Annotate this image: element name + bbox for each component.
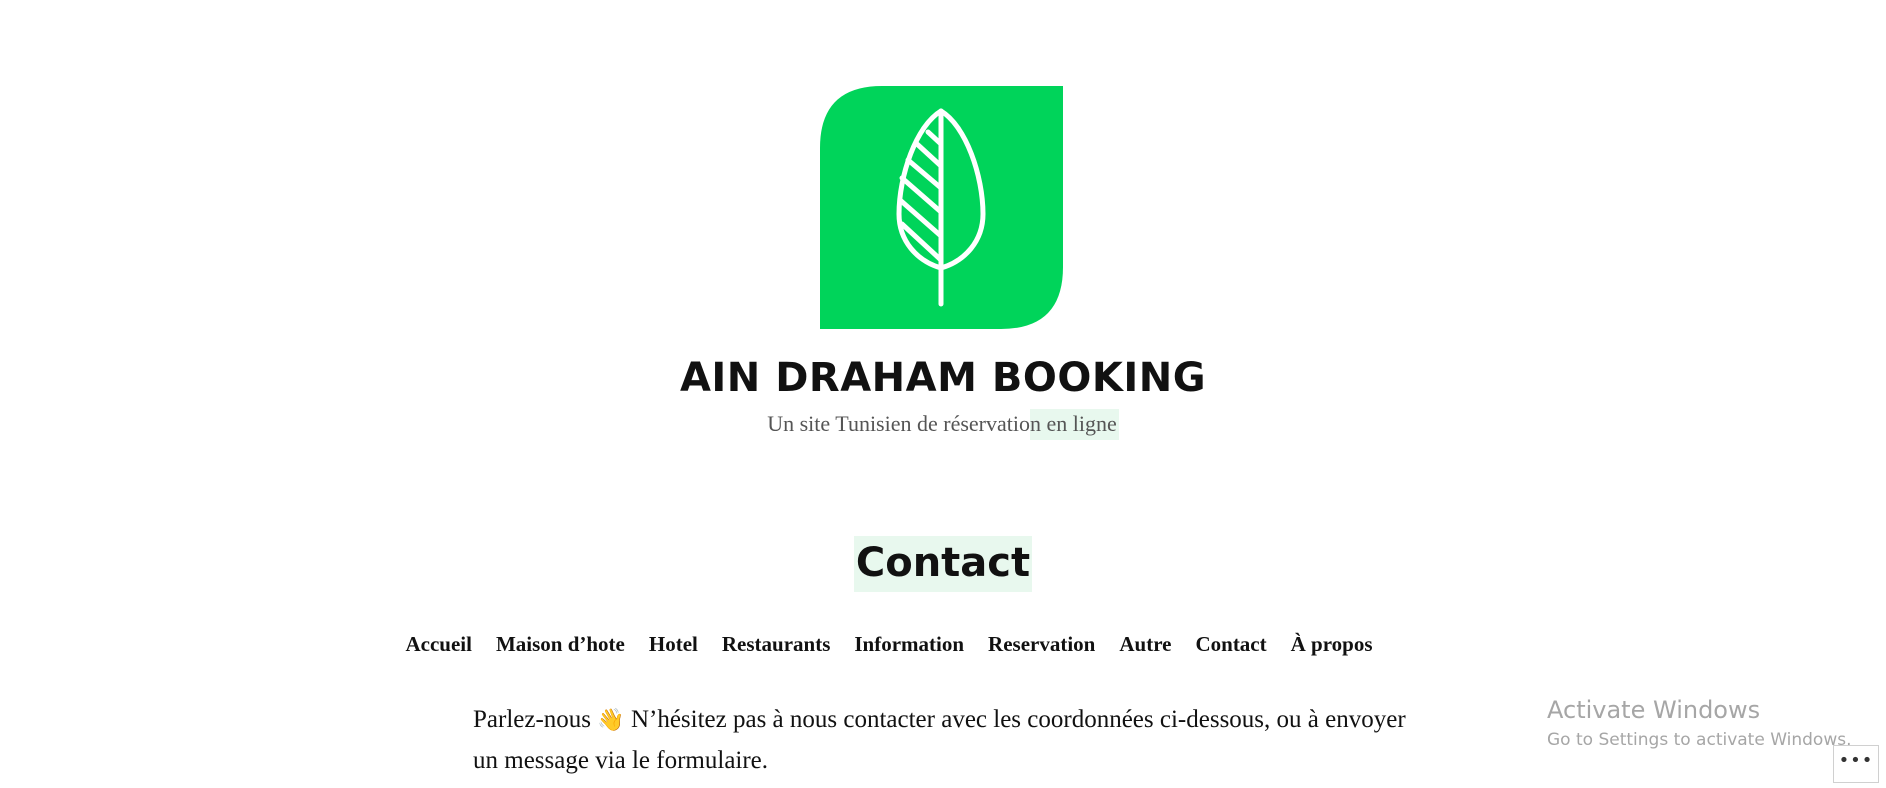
site-title[interactable]: AIN DRAHAM BOOKING [0,350,1886,406]
wave-hand-icon: 👋 [597,708,625,733]
nav-item-maison-dhote[interactable]: Maison d’hote [496,628,625,660]
activate-windows-watermark: Activate Windows Go to Settings to activ… [1547,693,1852,753]
page-title: Contact [853,536,1033,592]
nav-item-accueil[interactable]: Accueil [405,628,471,660]
nav-item-hotel[interactable]: Hotel [649,628,698,660]
tagline-highlight: n en ligne [1030,409,1119,440]
main-navigation: Accueil Maison d’hote Hotel Restaurants … [0,628,1886,660]
leaf-logo-icon [820,86,1063,329]
site-tagline: Un site Tunisien de réservation en ligne [0,408,1886,440]
nav-item-contact[interactable]: Contact [1195,628,1266,660]
site-logo[interactable] [820,86,1063,329]
nav-item-information[interactable]: Information [854,628,964,660]
intro-heading-text: Parlez-nous [473,706,592,733]
contact-intro-paragraph: Parlez-nous 👋 N’hésitez pas à nous conta… [473,700,1413,781]
nav-item-reservation[interactable]: Reservation [988,628,1095,660]
nav-item-autre[interactable]: Autre [1119,628,1171,660]
more-options-icon: ••• [1838,750,1874,771]
nav-item-restaurants[interactable]: Restaurants [722,628,831,660]
nav-item-a-propos[interactable]: À propos [1291,628,1373,660]
watermark-subtitle: Go to Settings to activate Windows. [1547,730,1852,750]
watermark-title: Activate Windows [1547,696,1761,724]
more-options-button[interactable]: ••• [1833,745,1879,783]
tagline-text: Un site Tunisien de réservatio [767,411,1030,436]
